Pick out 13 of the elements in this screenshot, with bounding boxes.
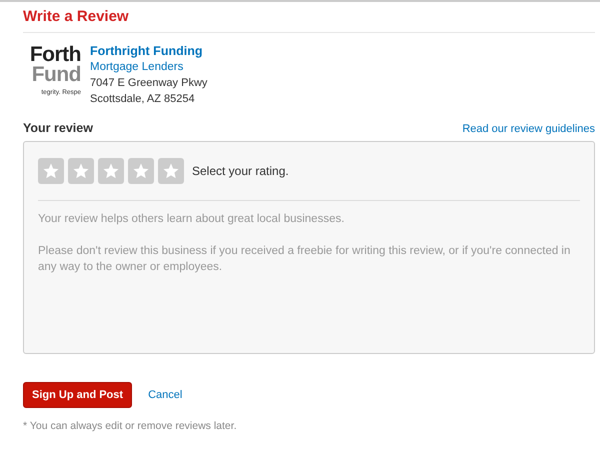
- review-form-field[interactable]: [23, 141, 595, 354]
- review-field[interactable]: Your review helps others learn about great local businesses. Please don't review this business if you received a freebie for writing this review, or if you're connected in any way to the owner or employees.: [38, 211, 580, 341]
- section-label: Your review: [23, 121, 93, 135]
- guidelines-link[interactable]: Read our review guidelines: [462, 123, 595, 135]
- page-title: Write a Review: [23, 8, 595, 33]
- business-name[interactable]: Forthright Funding: [90, 43, 208, 59]
- business-category[interactable]: Mortgage Lenders: [90, 59, 208, 75]
- sign-up-post-button[interactable]: Sign Up and Post: [23, 382, 132, 408]
- address-line: 7047 E Greenway Pkwy: [90, 76, 208, 91]
- footnote: * You can always edit or remove reviews later.: [23, 420, 238, 432]
- cancel-link[interactable]: Cancel: [148, 389, 182, 401]
- address-line: Scottsdale, AZ 85254: [90, 92, 196, 107]
- rating-prompt: Select your rating.: [192, 164, 289, 178]
